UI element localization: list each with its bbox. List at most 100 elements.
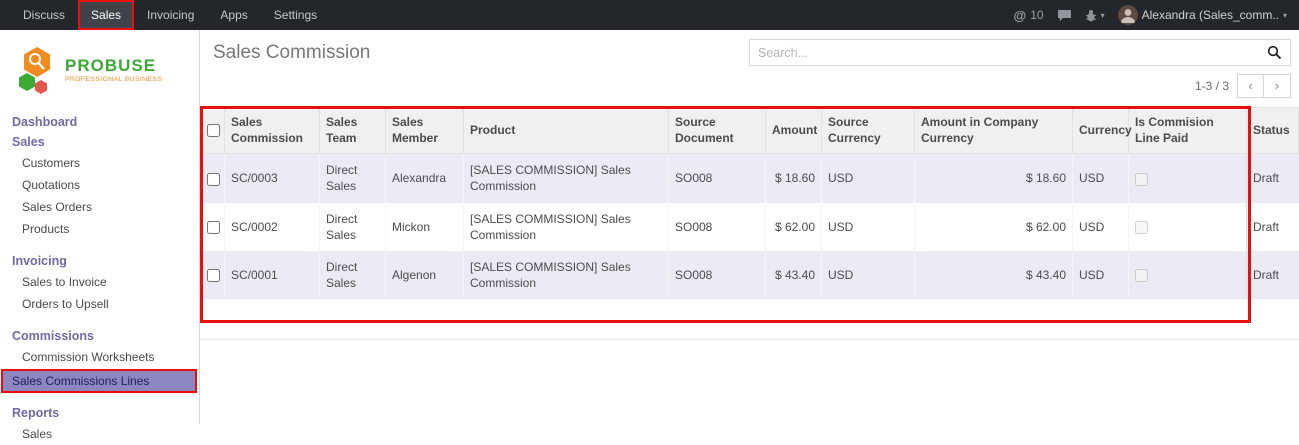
cell-currency: USD: [1073, 251, 1129, 299]
pager-prev-button[interactable]: ‹: [1237, 74, 1264, 98]
cell-currency: USD: [1073, 203, 1129, 251]
cell-paid: [1129, 251, 1247, 299]
table-row[interactable]: SC/0001 Direct Sales Algenon [SALES COMM…: [201, 251, 1299, 299]
cell-source-currency: USD: [822, 251, 915, 299]
at-icon: @: [1014, 8, 1027, 23]
paid-checkbox[interactable]: [1135, 269, 1148, 282]
sidebar-heading-invoicing[interactable]: Invoicing: [0, 251, 199, 271]
user-menu-button[interactable]: Alexandra (Sales_comm.. ▾: [1118, 5, 1287, 25]
col-sales-team[interactable]: Sales Team: [320, 108, 386, 154]
cell-product: [SALES COMMISSION] Sales Commission: [464, 251, 669, 299]
cell-ref[interactable]: SC/0002: [225, 203, 320, 251]
col-is-commission-line-paid[interactable]: Is Commision Line Paid: [1129, 108, 1247, 154]
cell-status: Draft: [1247, 154, 1299, 203]
cell-amount: $ 62.00: [766, 203, 822, 251]
sidebar-heading-dashboard[interactable]: Dashboard: [0, 112, 199, 132]
control-panel: Sales Commission: [200, 30, 1299, 68]
sidebar-item-products[interactable]: Products: [0, 218, 199, 240]
row-checkbox[interactable]: [207, 221, 220, 234]
row-select-cell: [201, 154, 225, 203]
sidebar-item-reports-sales[interactable]: Sales: [0, 423, 199, 445]
cell-currency: USD: [1073, 154, 1129, 203]
cell-team: Direct Sales: [320, 203, 386, 251]
menu-sales[interactable]: Sales: [78, 0, 134, 30]
topbar-right: @ 10 ▾ Alexandra (Sa: [1014, 5, 1299, 25]
caret-down-icon: ▾: [1101, 11, 1105, 20]
brand: PROBUSE PROFESSIONAL BUSINESS: [0, 40, 199, 112]
topbar: Discuss Sales Invoicing Apps Settings @ …: [0, 0, 1299, 30]
messages-button[interactable]: [1057, 9, 1072, 22]
menu-settings[interactable]: Settings: [261, 0, 330, 30]
col-sales-commission[interactable]: Sales Commission: [225, 108, 320, 154]
sidebar-heading-sales[interactable]: Sales: [0, 132, 199, 152]
col-status[interactable]: Status: [1247, 108, 1299, 154]
sidebar-item-sales-commissions-lines[interactable]: Sales Commissions Lines: [2, 370, 196, 392]
menu-apps[interactable]: Apps: [207, 0, 260, 30]
cell-source-document: SO008: [669, 251, 766, 299]
debug-menu-button[interactable]: ▾: [1085, 9, 1105, 22]
paid-checkbox[interactable]: [1135, 221, 1148, 234]
sidebar-item-customers[interactable]: Customers: [0, 152, 199, 174]
brand-name: PROBUSE: [65, 57, 162, 74]
pager: 1-3 / 3 ‹ ›: [200, 68, 1299, 107]
row-checkbox[interactable]: [207, 173, 220, 186]
select-all-checkbox[interactable]: [207, 124, 220, 137]
cell-member: Algenon: [386, 251, 464, 299]
sidebar-item-orders-to-upsell[interactable]: Orders to Upsell: [0, 293, 199, 315]
col-product[interactable]: Product: [464, 108, 669, 154]
sidebar-item-sales-to-invoice[interactable]: Sales to Invoice: [0, 271, 199, 293]
sidebar-nav: Dashboard Sales Customers Quotations Sal…: [0, 112, 199, 445]
col-amount[interactable]: Amount: [766, 108, 822, 154]
sidebar-item-sales-orders[interactable]: Sales Orders: [0, 196, 199, 218]
records-table-zone: Sales Commission Sales Team Sales Member…: [200, 107, 1299, 323]
mentions-button[interactable]: @ 10: [1014, 8, 1044, 23]
sidebar-heading-reports[interactable]: Reports: [0, 403, 199, 423]
search-input[interactable]: [750, 46, 1263, 60]
cell-team: Direct Sales: [320, 251, 386, 299]
avatar: [1118, 5, 1138, 25]
topbar-menu: Discuss Sales Invoicing Apps Settings: [0, 0, 330, 30]
bug-icon: [1085, 9, 1097, 22]
col-sales-member[interactable]: Sales Member: [386, 108, 464, 154]
cell-amount-company: $ 43.40: [915, 251, 1073, 299]
cell-amount-company: $ 18.60: [915, 154, 1073, 203]
sidebar-item-quotations[interactable]: Quotations: [0, 174, 199, 196]
table-row[interactable]: SC/0002 Direct Sales Mickon [SALES COMMI…: [201, 203, 1299, 251]
sidebar-heading-commissions[interactable]: Commissions: [0, 326, 199, 346]
table-row[interactable]: SC/0003 Direct Sales Alexandra [SALES CO…: [201, 154, 1299, 203]
col-amount-company-currency[interactable]: Amount in Company Currency: [915, 108, 1073, 154]
brand-text: PROBUSE PROFESSIONAL BUSINESS: [65, 57, 162, 83]
brand-logo: [16, 46, 58, 94]
cell-ref[interactable]: SC/0001: [225, 251, 320, 299]
menu-discuss[interactable]: Discuss: [10, 0, 78, 30]
search-button[interactable]: [1263, 45, 1290, 60]
cell-status: Draft: [1247, 251, 1299, 299]
cell-member: Mickon: [386, 203, 464, 251]
col-currency[interactable]: Currency: [1073, 108, 1129, 154]
row-select-cell: [201, 203, 225, 251]
pager-range: 1-3 / 3: [1195, 79, 1229, 93]
cell-product: [SALES COMMISSION] Sales Commission: [464, 154, 669, 203]
user-name: Alexandra (Sales_comm..: [1142, 8, 1279, 22]
caret-down-icon: ▾: [1283, 11, 1287, 20]
sidebar: PROBUSE PROFESSIONAL BUSINESS Dashboard …: [0, 30, 200, 424]
search-icon: [1267, 45, 1282, 60]
paid-checkbox[interactable]: [1135, 173, 1148, 186]
pager-next-button[interactable]: ›: [1264, 74, 1291, 98]
chat-bubble-icon: [1057, 9, 1072, 22]
col-source-document[interactable]: Source Document: [669, 108, 766, 154]
row-checkbox[interactable]: [207, 269, 220, 282]
menu-invoicing[interactable]: Invoicing: [134, 0, 207, 30]
table-header-row: Sales Commission Sales Team Sales Member…: [201, 108, 1299, 154]
col-source-currency[interactable]: Source Currency: [822, 108, 915, 154]
records-table: Sales Commission Sales Team Sales Member…: [200, 107, 1299, 299]
cell-paid: [1129, 203, 1247, 251]
cell-amount-company: $ 62.00: [915, 203, 1073, 251]
cell-paid: [1129, 154, 1247, 203]
sidebar-item-commission-worksheets[interactable]: Commission Worksheets: [0, 346, 199, 368]
search-box: [749, 39, 1291, 66]
cell-amount: $ 43.40: [766, 251, 822, 299]
table-empty-space: [200, 299, 1299, 323]
page-title: Sales Commission: [213, 42, 370, 64]
cell-ref[interactable]: SC/0003: [225, 154, 320, 203]
